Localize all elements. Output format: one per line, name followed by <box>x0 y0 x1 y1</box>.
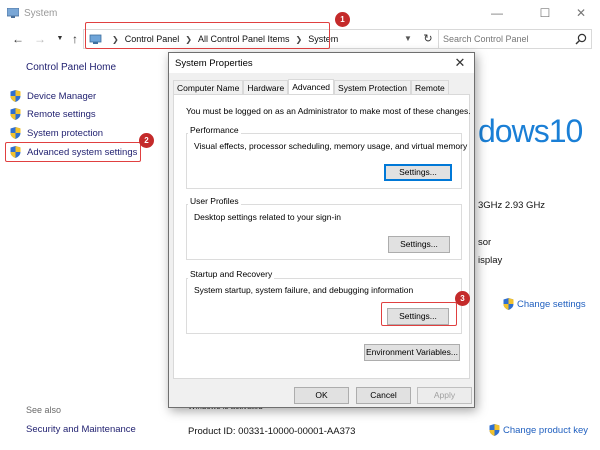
ok-button[interactable]: OK <box>294 387 349 404</box>
system-properties-dialog: System Properties ✕ Computer Name Hardwa… <box>168 52 475 408</box>
admin-note: You must be logged on as an Administrato… <box>186 106 471 116</box>
uac-shield-icon <box>489 424 500 436</box>
see-also-heading: See also <box>26 405 62 415</box>
uac-shield-icon <box>10 127 21 139</box>
forward-arrow-icon[interactable]: → <box>32 30 48 48</box>
system-app-icon <box>7 8 19 18</box>
startup-recovery-label: Startup and Recovery <box>188 269 275 279</box>
user-profiles-description: Desktop settings related to your sign-in <box>194 212 341 222</box>
uac-shield-icon <box>10 108 21 120</box>
dialog-tabs: Computer Name Hardware Advanced System P… <box>173 79 449 95</box>
advanced-tab-panel: You must be logged on as an Administrato… <box>173 94 471 379</box>
change-settings-link[interactable]: Change settings <box>503 298 586 310</box>
uac-shield-icon <box>10 90 21 102</box>
breadcrumb-highlight-box <box>85 22 330 49</box>
control-panel-home-link[interactable]: Control Panel Home <box>26 62 116 73</box>
performance-description: Visual effects, processor scheduling, me… <box>194 141 468 151</box>
close-window-button[interactable]: ✕ <box>566 2 596 24</box>
minimize-button[interactable]: — <box>482 2 512 24</box>
windows-10-logo-text: dows10 <box>478 113 583 149</box>
cancel-button[interactable]: Cancel <box>356 387 411 404</box>
search-input[interactable] <box>443 32 563 46</box>
refresh-icon[interactable]: ↻ <box>420 31 436 47</box>
recent-locations-chevron-icon[interactable]: ▼ <box>52 30 68 48</box>
tab-hardware[interactable]: Hardware <box>243 80 289 95</box>
tab-advanced[interactable]: Advanced <box>288 79 335 95</box>
system-protection-label: System protection <box>27 127 104 139</box>
system-protection-link[interactable]: System protection <box>10 125 103 141</box>
performance-settings-button[interactable]: Settings... <box>384 164 452 181</box>
change-settings-label: Change settings <box>517 298 586 310</box>
display-text-fragment: isplay <box>478 255 503 266</box>
security-maintenance-link[interactable]: Security and Maintenance <box>26 424 136 435</box>
user-profiles-settings-button[interactable]: Settings... <box>388 236 450 253</box>
search-icon[interactable] <box>575 33 587 45</box>
dialog-title-bar: System Properties ✕ <box>169 53 474 73</box>
processor-speed: 3GHz 2.93 GHz <box>478 200 546 211</box>
window-title: System <box>24 8 58 19</box>
maximize-button[interactable]: ☐ <box>530 2 560 24</box>
startup-recovery-description: System startup, system failure, and debu… <box>194 285 414 295</box>
tab-remote[interactable]: Remote <box>411 80 449 95</box>
product-id: Product ID: 00331-10000-00001-AA373 <box>188 426 356 437</box>
step-badge-2: 2 <box>139 133 154 148</box>
tab-computer-name[interactable]: Computer Name <box>173 80 244 95</box>
change-product-key-label: Change product key <box>503 424 589 436</box>
startup-settings-highlight-box <box>381 302 457 326</box>
step-badge-3: 3 <box>455 291 470 306</box>
user-profiles-label: User Profiles <box>188 196 241 206</box>
device-manager-link[interactable]: Device Manager <box>10 88 96 104</box>
advanced-settings-highlight-box <box>5 142 141 162</box>
change-product-key-link[interactable]: Change product key <box>489 424 588 436</box>
dialog-title: System Properties <box>175 58 253 69</box>
step-badge-1: 1 <box>335 12 350 27</box>
remote-settings-label: Remote settings <box>27 108 96 120</box>
performance-label: Performance <box>188 125 241 135</box>
device-manager-label: Device Manager <box>27 90 97 102</box>
dialog-close-icon[interactable]: ✕ <box>452 55 468 71</box>
environment-variables-button[interactable]: Environment Variables... <box>364 344 460 361</box>
uac-shield-icon <box>503 298 514 310</box>
up-arrow-icon[interactable]: ↑ <box>67 30 83 48</box>
back-arrow-icon[interactable]: ← <box>10 30 26 48</box>
apply-button[interactable]: Apply <box>417 387 472 404</box>
search-box[interactable] <box>438 29 592 49</box>
processor-text-fragment: sor <box>478 237 492 248</box>
address-dropdown-chevron-icon[interactable]: ▼ <box>401 31 415 47</box>
remote-settings-link[interactable]: Remote settings <box>10 106 96 122</box>
tab-system-protection[interactable]: System Protection <box>334 80 412 95</box>
